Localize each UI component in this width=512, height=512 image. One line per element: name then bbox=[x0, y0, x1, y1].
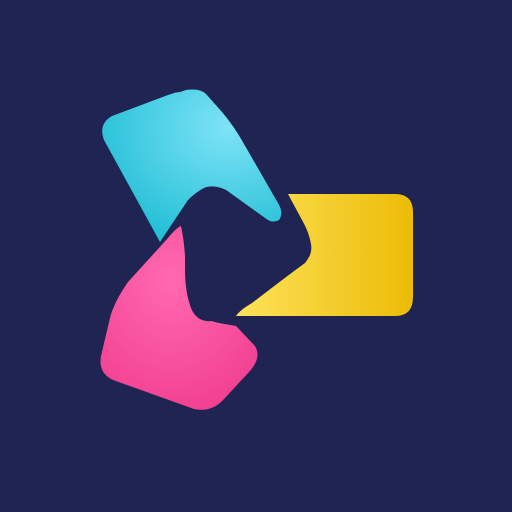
app-icon bbox=[0, 0, 512, 512]
video-play-logo-icon bbox=[0, 0, 512, 512]
